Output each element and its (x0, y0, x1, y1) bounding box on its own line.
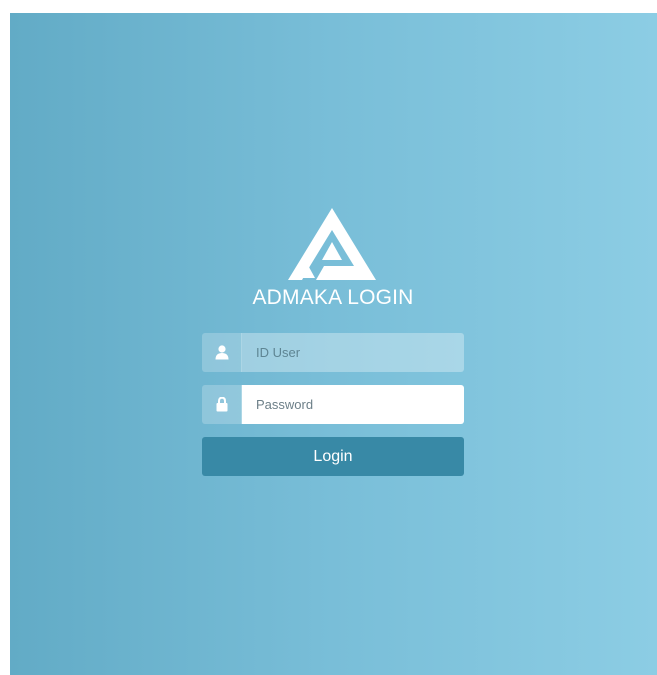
user-icon (202, 333, 242, 372)
admaka-logo-icon (288, 208, 376, 280)
user-id-input[interactable] (242, 333, 464, 372)
login-page: ADMAKA LOGIN Login (10, 13, 657, 675)
password-field-group (202, 385, 464, 424)
password-input[interactable] (242, 385, 464, 424)
page-title: ADMAKA LOGIN (252, 286, 414, 309)
login-button[interactable]: Login (202, 437, 464, 476)
user-id-field-group (202, 333, 464, 372)
lock-icon (202, 385, 242, 424)
